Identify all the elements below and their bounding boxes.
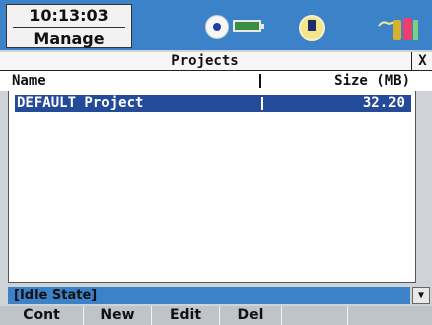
row-divider [261, 97, 263, 110]
clock-time: 10:13:03 [29, 6, 109, 25]
project-size: 32.20 [362, 95, 405, 111]
power-icon[interactable] [373, 16, 419, 44]
screen-name: Manage [33, 29, 105, 48]
status-dropdown-button[interactable]: ▼ [412, 287, 430, 304]
battery-icon[interactable] [233, 20, 264, 32]
satellite-icon[interactable] [299, 15, 325, 41]
project-name: DEFAULT Project [17, 95, 144, 111]
page-title: Projects [171, 53, 239, 69]
softkey-bar: Cont New Edit Del [0, 306, 432, 325]
clock-divider [13, 27, 125, 28]
column-header-size[interactable]: Size (MB) [270, 71, 410, 91]
softkey-cont[interactable]: Cont [0, 306, 84, 325]
column-divider[interactable] [259, 74, 261, 88]
status-text: [Idle State] [14, 288, 98, 303]
project-list[interactable]: DEFAULT Project 32.20 [8, 91, 416, 283]
status-line: [Idle State] [8, 287, 410, 304]
softkey-5[interactable] [282, 306, 348, 325]
window-title-bar: Projects X [0, 52, 432, 71]
disc-icon[interactable] [205, 15, 229, 39]
softkey-new[interactable]: New [84, 306, 152, 325]
clock-panel[interactable]: 10:13:03 Manage [6, 4, 132, 48]
column-header-name[interactable]: Name [12, 71, 46, 91]
top-status-bar: 10:13:03 Manage [0, 0, 432, 50]
softkey-del[interactable]: Del [220, 306, 282, 325]
table-row[interactable]: DEFAULT Project 32.20 [15, 95, 411, 112]
softkey-edit[interactable]: Edit [152, 306, 220, 325]
close-button[interactable]: X [411, 52, 432, 70]
table-header: Name Size (MB) [0, 71, 432, 91]
softkey-6[interactable] [348, 306, 432, 325]
